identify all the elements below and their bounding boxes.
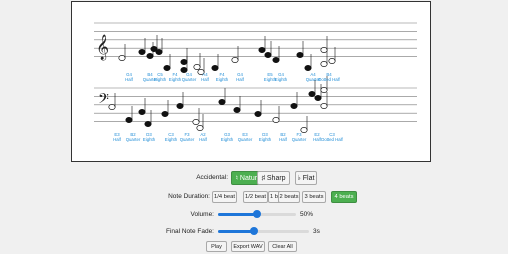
note-head[interactable] xyxy=(180,59,188,65)
note-head[interactable] xyxy=(192,119,200,125)
volume-slider[interactable] xyxy=(218,209,296,219)
note-head[interactable] xyxy=(108,104,116,110)
treble-clef-icon: 𝄞 xyxy=(96,34,109,60)
note-label: Quarter xyxy=(182,77,197,82)
note-label: Quarter xyxy=(126,137,141,142)
note-head[interactable] xyxy=(193,64,201,70)
note-label: Quarter xyxy=(238,137,253,142)
fade-slider-fill xyxy=(218,230,255,233)
note-label: Half xyxy=(236,77,244,82)
note-label: Quarter xyxy=(292,137,307,142)
note-head[interactable] xyxy=(320,87,328,93)
accidental-label: Accidental: xyxy=(196,174,228,181)
note-head[interactable] xyxy=(320,61,328,67)
note-label: Half xyxy=(279,137,287,142)
fade-slider-thumb[interactable] xyxy=(250,227,259,235)
notes xyxy=(108,35,336,133)
note-head[interactable] xyxy=(254,111,262,117)
note-head[interactable] xyxy=(146,53,154,59)
bass-clef-icon: 𝄢 xyxy=(98,91,109,111)
note-head[interactable] xyxy=(176,103,184,109)
fade-slider[interactable] xyxy=(218,226,309,236)
volume-slider-fill xyxy=(218,213,257,216)
note-head[interactable] xyxy=(161,111,169,117)
duration-label: Note Duration: xyxy=(168,193,210,200)
note-label: Eighth xyxy=(221,137,234,142)
note-label: Quarter xyxy=(180,137,195,142)
note-head[interactable] xyxy=(272,117,280,123)
score-canvas[interactable]: 𝄞 𝄢 G4 Half B4 Quarter C5 Eighth F4 Eighth G4 Qua… xyxy=(71,1,431,162)
note-head[interactable] xyxy=(125,117,133,123)
duration-four-beats-button[interactable]: 4 beats xyxy=(331,191,357,203)
note-head[interactable] xyxy=(138,49,146,55)
note-head[interactable] xyxy=(290,103,298,109)
note-head[interactable] xyxy=(218,99,226,105)
note-label: Half xyxy=(113,137,121,142)
note-label: Half xyxy=(125,77,133,82)
duration-two-beats-button[interactable]: 2 beats xyxy=(278,191,300,203)
note-head[interactable] xyxy=(300,127,308,133)
note-label: Eighth xyxy=(169,77,182,82)
note-head[interactable] xyxy=(320,103,328,109)
note-head[interactable] xyxy=(258,47,266,53)
score-staff[interactable]: 𝄞 𝄢 G4HalfB4QuarterC5EighthF4EighthG4Qua… xyxy=(72,2,430,161)
note-label: Eighth xyxy=(275,77,288,82)
note-head[interactable] xyxy=(231,57,239,63)
note-head[interactable] xyxy=(118,55,126,61)
note-label: Eighth xyxy=(165,137,178,142)
note-head[interactable] xyxy=(304,65,312,71)
note-head[interactable] xyxy=(328,58,336,64)
note-head[interactable] xyxy=(272,57,280,63)
note-head[interactable] xyxy=(264,52,272,58)
fade-value: 3s xyxy=(313,228,320,235)
play-button[interactable]: Play xyxy=(206,241,227,252)
note-head[interactable] xyxy=(308,91,316,97)
note-label: Dotted Half xyxy=(321,137,343,142)
note-label: Eighth xyxy=(154,77,167,82)
duration-three-beats-button[interactable]: 3 beats xyxy=(302,191,326,203)
note-labels: G4HalfB4QuarterC5EighthF4EighthG4Quarter… xyxy=(113,72,343,142)
note-head[interactable] xyxy=(211,65,219,71)
note-label: Eighth xyxy=(216,77,229,82)
note-head[interactable] xyxy=(144,121,152,127)
note-head[interactable] xyxy=(233,107,241,113)
note-head[interactable] xyxy=(196,125,204,131)
note-head[interactable] xyxy=(155,49,163,55)
note-head[interactable] xyxy=(320,47,328,53)
note-label: Eighth xyxy=(259,137,272,142)
staff-lines xyxy=(94,22,417,122)
note-label: Dotted Half xyxy=(318,77,340,82)
note-head[interactable] xyxy=(138,109,146,115)
fade-label: Final Note Fade: xyxy=(165,228,214,235)
accidental-sharp-button[interactable]: ♯ Sharp xyxy=(257,171,290,185)
duration-half-beat-button[interactable]: 1/2 beat xyxy=(243,191,268,203)
volume-value: 50% xyxy=(300,211,314,218)
volume-label: Volume: xyxy=(190,211,215,218)
note-head[interactable] xyxy=(163,65,171,71)
volume-slider-thumb[interactable] xyxy=(253,210,261,218)
duration-quarter-beat-button[interactable]: 1/4 beat xyxy=(212,191,237,203)
note-label: Eighth xyxy=(143,137,156,142)
note-head[interactable] xyxy=(296,52,304,58)
note-label: Half xyxy=(201,77,209,82)
accidental-flat-button[interactable]: ♭ Flat xyxy=(295,171,317,185)
note-head[interactable] xyxy=(314,95,322,101)
note-label: Half xyxy=(199,137,207,142)
clear-all-button[interactable]: Clear All xyxy=(268,241,297,252)
export-wav-button[interactable]: Export WAV xyxy=(231,241,265,252)
